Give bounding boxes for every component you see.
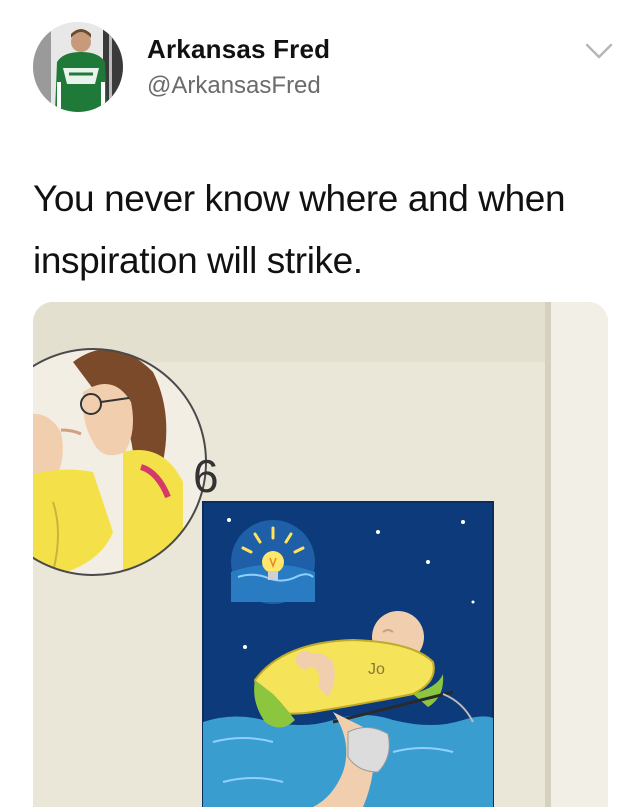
ring-scribble: Jo — [368, 661, 385, 678]
author-handle[interactable]: @ArkansasFred — [147, 72, 321, 100]
panel-number: 6 — [193, 450, 219, 502]
tweet-text: You never know where and when inspiratio… — [33, 178, 566, 281]
avatar[interactable] — [33, 22, 123, 112]
tweet-header: Arkansas Fred @ArkansasFred — [0, 0, 640, 130]
avatar-image — [33, 22, 123, 112]
tweet-media[interactable]: 6 Jo — [33, 302, 608, 807]
author-name[interactable]: Arkansas Fred — [147, 34, 330, 65]
lightbulb-icon — [231, 520, 315, 604]
safety-panel: Jo — [202, 501, 494, 807]
chevron-down-icon[interactable] — [584, 40, 614, 62]
media-illustration: 6 Jo — [33, 302, 608, 807]
